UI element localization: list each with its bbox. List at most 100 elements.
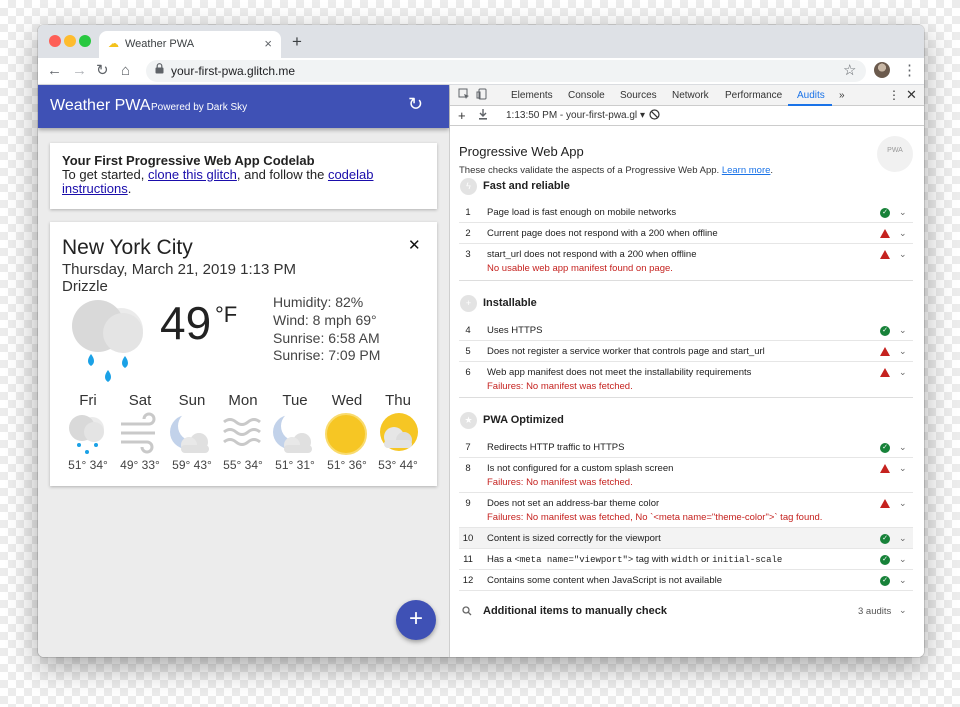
forecast-day: Tue (282, 392, 308, 409)
maximize-window-icon[interactable] (79, 35, 91, 47)
device-toolbar-icon[interactable] (476, 88, 488, 103)
chevron-down-icon[interactable]: ⌄ (899, 463, 907, 474)
minimize-window-icon[interactable] (64, 35, 76, 47)
audit-error: Failures: No manifest was fetched, No `<… (487, 512, 823, 523)
audit-text: Redirects HTTP traffic to HTTPS (487, 442, 625, 453)
audit-row[interactable]: 2 Current page does not respond with a 2… (459, 223, 913, 244)
download-report-icon[interactable] (478, 109, 488, 123)
audit-row[interactable]: 9 Does not set an address-bar theme colo… (459, 493, 913, 528)
close-window-icon[interactable] (49, 35, 61, 47)
audit-row[interactable]: 1 Page load is fast enough on mobile net… (459, 202, 913, 223)
browser-tab[interactable]: ☁ Weather PWA × (99, 31, 281, 58)
weather-date: Thursday, March 21, 2019 1:13 PM (62, 261, 297, 278)
intro-text: To get started, clone this glitch, and f… (62, 168, 425, 196)
sunset: Sunrise: 7:09 PM (273, 347, 381, 363)
inspect-element-icon[interactable] (458, 88, 470, 103)
star-icon: ★ (460, 412, 477, 429)
chevron-down-icon[interactable]: ⌄ (899, 207, 907, 218)
audit-text: start_url does not respond with a 200 wh… (487, 249, 697, 260)
audit-row[interactable]: 11 Has a <meta name="viewport"> tag with… (459, 549, 913, 570)
devtools-tabbar: Elements Console Sources Network Perform… (450, 85, 924, 106)
app-bar: Weather PWA Powered by Dark Sky ↻ (38, 85, 449, 128)
chevron-down-icon[interactable]: ⌄ (899, 367, 907, 378)
audit-number: 8 (465, 463, 471, 474)
section-title: Installable (483, 297, 537, 309)
chevron-down-icon[interactable]: ⌄ (899, 498, 907, 509)
profile-avatar[interactable] (874, 62, 890, 78)
fail-icon (880, 464, 890, 473)
report-select[interactable]: 1:13:50 PM - your-first-pwa.gl ▾ (506, 110, 645, 121)
audit-text: Web app manifest does not meet the insta… (487, 367, 752, 378)
remove-city-icon[interactable]: ✕ (408, 236, 421, 254)
learn-more-link[interactable]: Learn more (722, 165, 771, 176)
clone-glitch-link[interactable]: clone this glitch (148, 167, 237, 182)
audit-number: 9 (465, 498, 471, 509)
chevron-down-icon[interactable]: ⌄ (899, 228, 907, 239)
audit-row[interactable]: 3 start_url does not respond with a 200 … (459, 244, 913, 278)
pass-icon: ✓ (880, 555, 890, 565)
back-icon[interactable]: ← (47, 62, 62, 80)
audit-row[interactable]: 12 Contains some content when JavaScript… (459, 570, 913, 591)
audit-row[interactable]: 4 Uses HTTPS ✓ ⌄ (459, 320, 913, 341)
partly-cloudy-night-icon (170, 412, 209, 453)
wind-icon (121, 412, 156, 454)
browser-menu-icon[interactable]: ⋮ (902, 62, 917, 80)
audit-row[interactable]: 6 Web app manifest does not meet the ins… (459, 362, 913, 396)
close-devtools-icon[interactable]: ✕ (906, 87, 917, 103)
add-city-button[interactable]: + (396, 600, 436, 640)
chevron-down-icon[interactable]: ⌄ (899, 442, 907, 453)
new-audit-icon[interactable]: + (458, 108, 466, 123)
audit-number: 2 (465, 228, 471, 239)
chevron-down-icon[interactable]: ⌄ (899, 346, 907, 357)
chevron-down-icon[interactable]: ⌄ (899, 533, 907, 544)
search-icon (462, 606, 472, 619)
address-bar[interactable]: your-first-pwa.glitch.me (146, 60, 866, 82)
chevron-down-icon[interactable]: ⌄ (899, 554, 907, 565)
audit-text: Contains some content when JavaScript is… (487, 575, 722, 586)
chevron-down-icon[interactable]: ⌄ (899, 325, 907, 336)
forecast-temps: 53° 44° (378, 458, 418, 472)
fail-icon (880, 229, 890, 238)
refresh-icon[interactable]: ↻ (408, 94, 423, 115)
audit-row[interactable]: 8 Is not configured for a custom splash … (459, 458, 913, 493)
forecast-temps: 51° 36° (327, 458, 367, 472)
chevron-down-icon[interactable]: ⌄ (899, 605, 907, 616)
manual-checks-row[interactable]: Additional items to manually check 3 aud… (459, 597, 913, 627)
tab-console[interactable]: Console (568, 90, 605, 101)
lock-icon (155, 63, 164, 77)
pass-icon: ✓ (880, 576, 890, 586)
plus-icon: + (460, 295, 477, 312)
more-tabs-icon[interactable]: » (839, 90, 845, 101)
home-icon[interactable]: ⌂ (121, 62, 130, 80)
sunrise: Sunrise: 6:58 AM (273, 330, 380, 346)
bookmark-star-icon[interactable]: ☆ (843, 62, 856, 80)
audit-row[interactable]: 7 Redirects HTTP traffic to HTTPS ✓ ⌄ (459, 437, 913, 458)
section-title: PWA Optimized (483, 414, 564, 426)
reload-icon[interactable]: ↻ (96, 62, 109, 80)
lightning-icon: ϟ (460, 178, 477, 195)
forecast-temps: 59° 43° (172, 458, 212, 472)
tab-elements[interactable]: Elements (511, 90, 553, 101)
new-tab-button[interactable]: + (292, 32, 302, 52)
tab-performance[interactable]: Performance (725, 90, 782, 101)
audit-text: Page load is fast enough on mobile netwo… (487, 207, 677, 218)
url-text: your-first-pwa.glitch.me (171, 64, 296, 78)
chevron-down-icon[interactable]: ⌄ (899, 249, 907, 260)
audit-text: Content is sized correctly for the viewp… (487, 533, 661, 544)
intro-heading: Your First Progressive Web App Codelab (62, 153, 315, 168)
clear-reports-icon[interactable] (649, 109, 660, 123)
tab-audits[interactable]: Audits (797, 90, 825, 101)
fail-icon (880, 499, 890, 508)
weather-card: New York City Thursday, March 21, 2019 1… (50, 222, 437, 486)
close-tab-icon[interactable]: × (264, 36, 272, 51)
audit-row[interactable]: 5 Does not register a service worker tha… (459, 341, 913, 362)
tab-network[interactable]: Network (672, 90, 709, 101)
audit-row[interactable]: 10 Content is sized correctly for the vi… (459, 528, 913, 549)
tab-sources[interactable]: Sources (620, 90, 657, 101)
chevron-down-icon[interactable]: ⌄ (899, 575, 907, 586)
devtools-menu-icon[interactable]: ⋮ (888, 88, 900, 102)
wind: Wind: 8 mph 69° (273, 312, 377, 328)
forward-icon[interactable]: → (72, 62, 87, 80)
fail-icon (880, 368, 890, 377)
audit-number: 6 (465, 367, 471, 378)
